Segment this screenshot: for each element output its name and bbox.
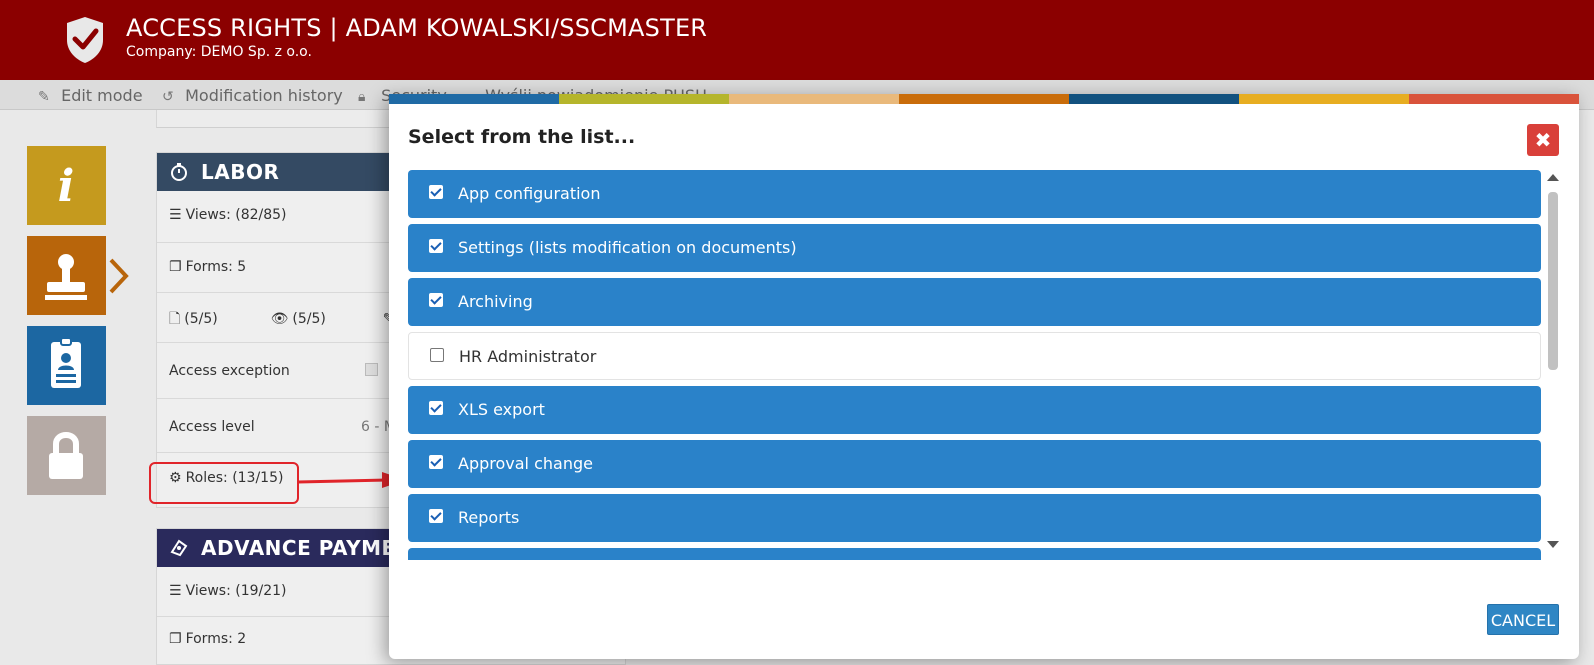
color-stripe: [1239, 94, 1409, 104]
padlock-icon: [49, 432, 83, 479]
color-stripe: [1409, 94, 1579, 104]
advance-views: Views: (19/21): [185, 583, 287, 599]
eye-icon: 👁︎: [270, 311, 289, 327]
access-exception-checkbox[interactable]: [365, 363, 378, 376]
info-icon: i: [58, 161, 75, 212]
edit-mode-label: Edit mode: [61, 86, 143, 105]
edit-icon: ✎: [38, 89, 50, 105]
modification-history-label: Modification history: [185, 86, 343, 105]
color-stripe: [389, 94, 559, 104]
modification-history-button[interactable]: ↺ Modification history: [162, 86, 343, 105]
edit-mode-button[interactable]: ✎ Edit mode: [38, 86, 143, 105]
labor-title: LABOR: [201, 160, 280, 184]
list-item[interactable]: Archiving: [408, 278, 1541, 326]
shield-check-icon: [67, 17, 103, 63]
checkbox[interactable]: [430, 348, 444, 362]
scrollbar-thumb[interactable]: [1548, 192, 1558, 370]
list-item-label: Reports: [458, 508, 520, 527]
history-icon: ↺: [162, 89, 174, 105]
app-header: ACCESS RIGHTS | ADAM KOWALSKI/SSCMASTER …: [0, 0, 1594, 80]
modal-title: Select from the list...: [408, 126, 636, 148]
id-badge-icon: [51, 337, 81, 388]
checkbox[interactable]: [429, 293, 443, 307]
select-list-modal: Select from the list... ✖ App configurat…: [389, 94, 1579, 659]
list-item[interactable]: [408, 548, 1541, 560]
copy-icon: ❐: [169, 631, 182, 647]
access-level-label: Access level: [169, 419, 255, 435]
money-icon: [170, 539, 188, 557]
stopwatch-icon: [171, 163, 187, 181]
stamp-tile[interactable]: [27, 236, 106, 315]
list-item-label: Settings (lists modification on document…: [458, 238, 797, 257]
access-exception-label: Access exception: [169, 363, 290, 379]
list-item[interactable]: HR Administrator: [408, 332, 1541, 380]
list-item-label: App configuration: [458, 184, 601, 203]
list-item-label: HR Administrator: [459, 347, 597, 366]
color-stripe: [1069, 94, 1239, 104]
checkbox[interactable]: [429, 401, 443, 415]
color-stripe: [899, 94, 1069, 104]
roles-highlight-box: [149, 462, 299, 504]
labor-views: Views: (82/85): [185, 207, 287, 223]
advance-forms: Forms: 2: [185, 631, 247, 647]
svg-text:i: i: [58, 161, 75, 212]
list-item[interactable]: Settings (lists modification on document…: [408, 224, 1541, 272]
color-stripe: [729, 94, 899, 104]
list-item[interactable]: XLS export: [408, 386, 1541, 434]
list-item-label: Approval change: [458, 454, 593, 473]
close-button[interactable]: ✖: [1527, 124, 1559, 156]
roles-list[interactable]: App configuration Settings (lists modifi…: [408, 170, 1541, 560]
labor-doc-count: (5/5): [184, 311, 218, 327]
copy-icon: ❐: [169, 259, 182, 275]
cancel-button[interactable]: CANCEL: [1487, 604, 1559, 635]
badge-tile[interactable]: [27, 326, 106, 405]
checkbox[interactable]: [429, 239, 443, 253]
checkbox[interactable]: [429, 185, 443, 199]
list-item[interactable]: App configuration: [408, 170, 1541, 218]
list-item-label: Archiving: [458, 292, 533, 311]
chevron-right-icon: [109, 258, 129, 294]
list-icon: ☰: [169, 207, 182, 223]
document-icon: 🗋︎: [169, 311, 181, 327]
list-item[interactable]: Reports: [408, 494, 1541, 542]
lock-tile[interactable]: [27, 416, 106, 495]
info-tile[interactable]: i: [27, 146, 106, 225]
list-item-label: XLS export: [458, 400, 545, 419]
list-item[interactable]: Approval change: [408, 440, 1541, 488]
scroll-up-arrow[interactable]: [1547, 174, 1559, 181]
labor-forms: Forms: 5: [185, 259, 247, 275]
labor-view-count: (5/5): [292, 311, 326, 327]
stamp-icon: [45, 254, 87, 300]
checkbox[interactable]: [429, 509, 443, 523]
company-subtitle: Company: DEMO Sp. z o.o.: [126, 44, 312, 60]
lock-icon: 🔒︎: [358, 89, 366, 105]
scroll-down-arrow[interactable]: [1547, 541, 1559, 548]
list-icon: ☰: [169, 583, 182, 599]
checkbox[interactable]: [429, 455, 443, 469]
color-stripe: [559, 94, 729, 104]
page-title: ACCESS RIGHTS | ADAM KOWALSKI/SSCMASTER: [126, 14, 708, 42]
